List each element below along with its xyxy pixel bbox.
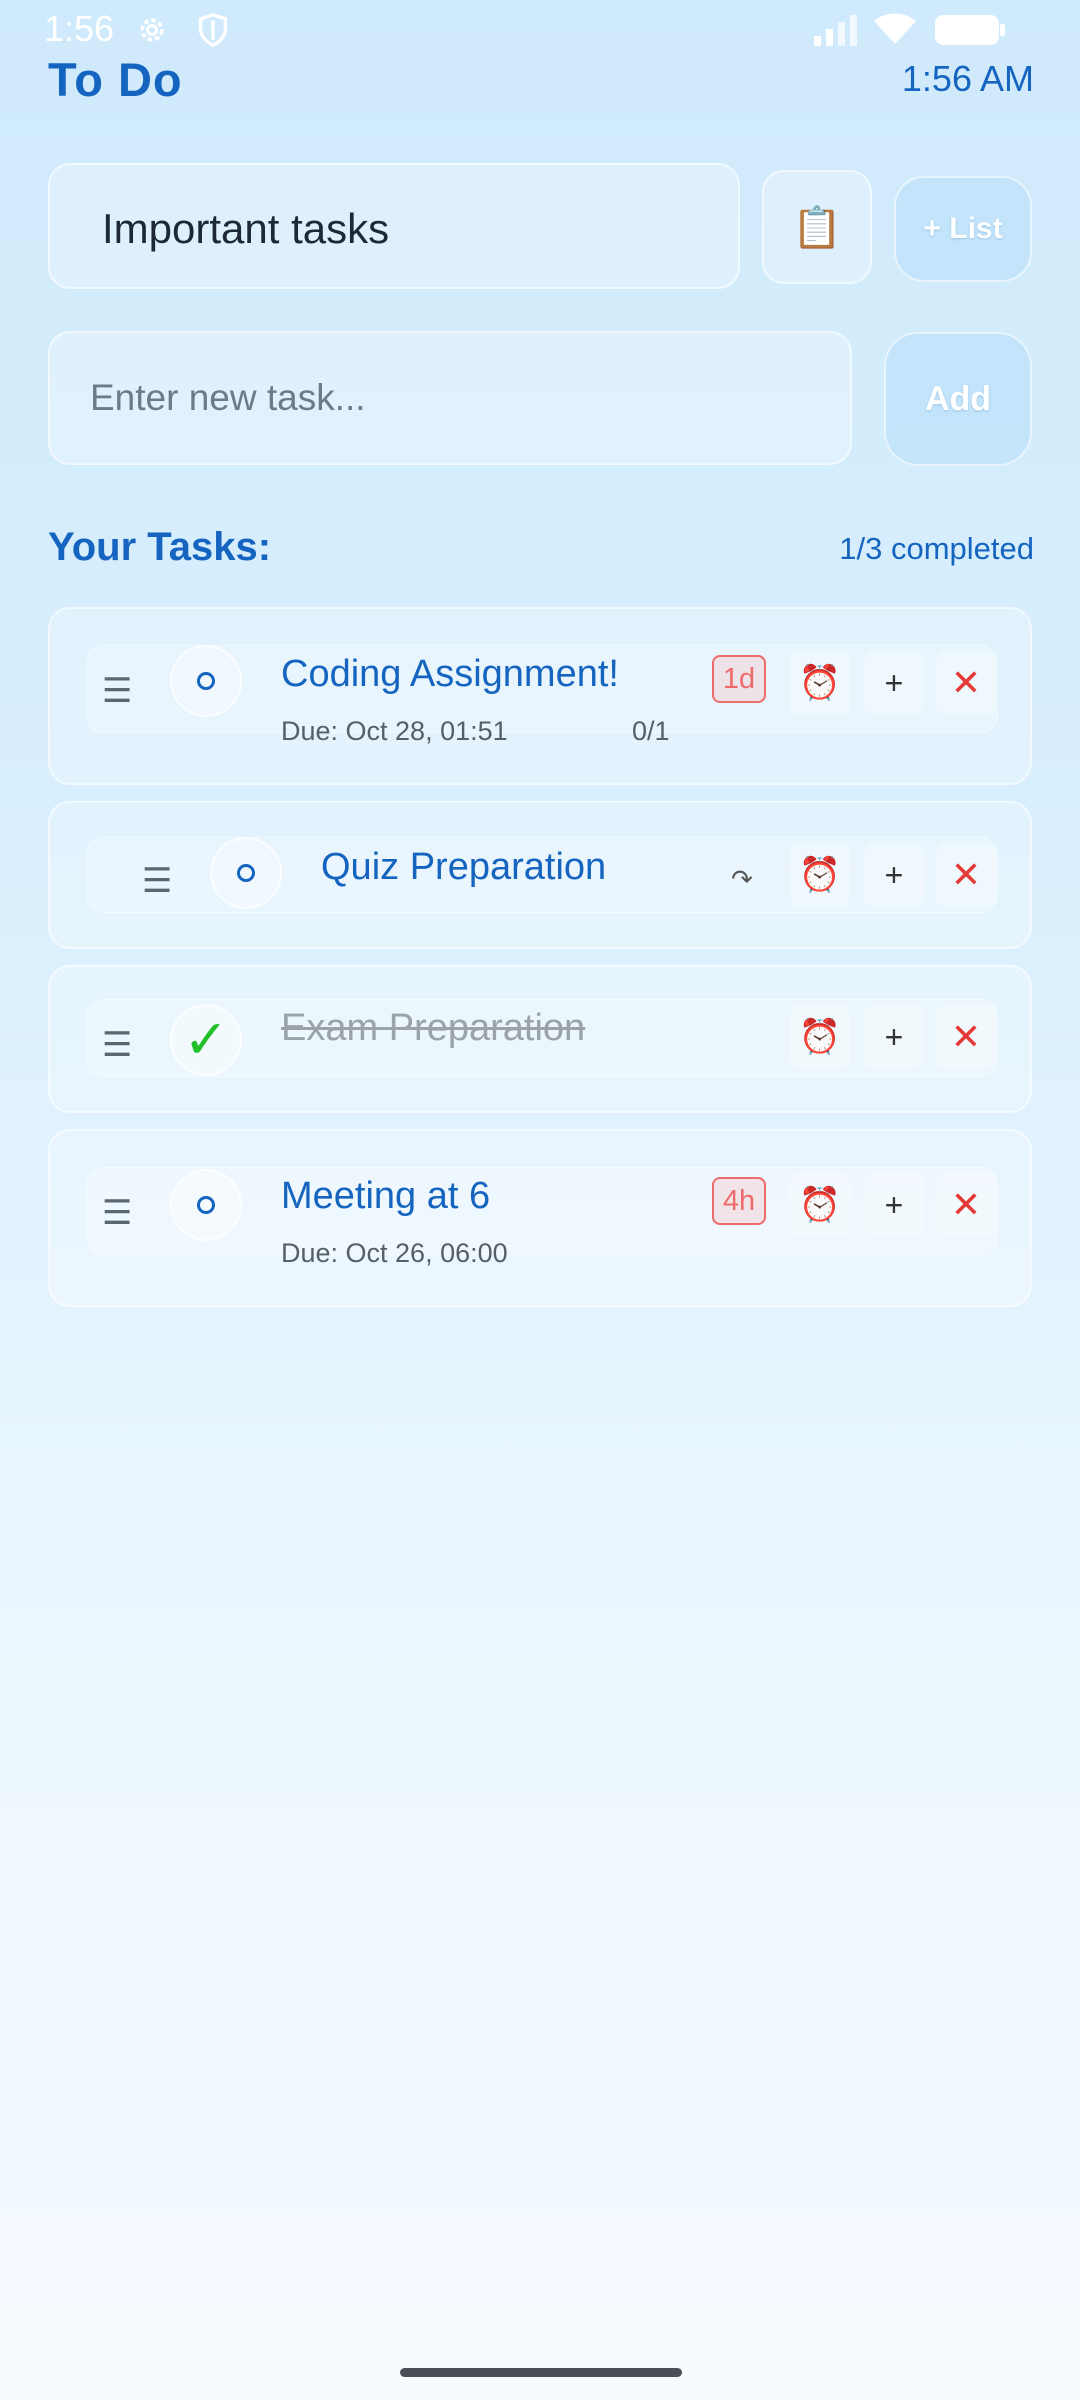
plus-icon: +	[884, 664, 904, 701]
add-subtask-button[interactable]: +	[864, 1005, 924, 1069]
drag-handle-icon[interactable]: ☰	[102, 1025, 132, 1065]
completion-progress: 1/3 completed	[839, 531, 1034, 566]
task-card: ☰ Quiz Preparation ↷ ⏰ + ✕	[48, 801, 1032, 949]
delete-task-button[interactable]: ✕	[936, 1005, 996, 1069]
wifi-icon	[872, 12, 918, 51]
new-task-field[interactable]	[48, 331, 852, 465]
clipboard-button[interactable]: 📋	[762, 170, 872, 284]
task-card: ☰ ✓ Exam Preparation ⏰ + ✕	[48, 965, 1032, 1113]
reminder-button[interactable]: ⏰	[790, 843, 850, 907]
status-bar: 1:56	[0, 0, 1080, 60]
task-title[interactable]: Coding Assignment!	[281, 653, 619, 696]
delete-task-button[interactable]: ✕	[936, 1173, 996, 1237]
header-clock: 1:56 AM	[901, 58, 1034, 99]
add-subtask-button[interactable]: +	[864, 1173, 924, 1237]
drag-handle-icon[interactable]: ☰	[102, 1193, 132, 1233]
delete-task-button[interactable]: ✕	[936, 843, 996, 907]
list-selector[interactable]: Important tasks	[48, 163, 740, 289]
alarm-clock-icon: ⏰	[798, 664, 842, 702]
app-title: To Do	[48, 53, 183, 106]
clipboard-icon: 📋	[792, 205, 842, 250]
add-task-button[interactable]: Add	[884, 332, 1032, 466]
incomplete-circle-icon	[237, 864, 255, 882]
add-subtask-button[interactable]: +	[864, 843, 924, 907]
close-icon: ✕	[950, 854, 982, 895]
reminder-button[interactable]: ⏰	[790, 1005, 850, 1069]
battery-icon	[934, 14, 1006, 51]
plus-icon: +	[884, 1186, 904, 1223]
drag-handle-icon[interactable]: ☰	[142, 861, 172, 901]
task-due-date: Due: Oct 28, 01:51	[281, 716, 508, 746]
close-icon: ✕	[950, 1184, 982, 1225]
list-selector-value: Important tasks	[102, 205, 390, 252]
add-subtask-button[interactable]: +	[864, 651, 924, 715]
time-left-badge: 1d	[712, 655, 766, 703]
status-time: 1:56	[44, 8, 115, 49]
close-icon: ✕	[950, 662, 982, 703]
task-toggle[interactable]: ✓	[170, 1004, 242, 1076]
plus-icon: +	[884, 856, 904, 893]
home-indicator[interactable]	[400, 2368, 682, 2377]
alarm-clock-icon: ⏰	[798, 856, 842, 894]
delete-task-button[interactable]: ✕	[936, 651, 996, 715]
plus-icon: +	[884, 1018, 904, 1055]
drag-handle-icon[interactable]: ☰	[102, 671, 132, 711]
alarm-clock-icon: ⏰	[798, 1018, 842, 1056]
task-toggle[interactable]	[210, 837, 282, 909]
shield-icon	[196, 12, 230, 53]
repeat-icon: ↷	[731, 863, 753, 894]
task-card: ☰ Meeting at 6 Due: Oct 26, 06:00 4h ⏰ +…	[48, 1129, 1032, 1307]
incomplete-circle-icon	[197, 672, 215, 690]
task-title[interactable]: Exam Preparation	[281, 1007, 585, 1050]
task-toggle[interactable]	[170, 645, 242, 717]
reminder-button[interactable]: ⏰	[790, 1173, 850, 1237]
task-title[interactable]: Meeting at 6	[281, 1175, 490, 1218]
reminder-button[interactable]: ⏰	[790, 651, 850, 715]
signal-icon	[812, 14, 860, 51]
task-card: ☰ Coding Assignment! Due: Oct 28, 01:51 …	[48, 607, 1032, 785]
new-task-input[interactable]	[50, 333, 850, 463]
incomplete-circle-icon	[197, 1196, 215, 1214]
checkmark-icon: ✓	[183, 1010, 229, 1070]
tasks-heading: Your Tasks:	[48, 525, 272, 569]
task-due-date: Due: Oct 26, 06:00	[281, 1238, 508, 1268]
time-left-badge: 4h	[712, 1177, 766, 1225]
subtask-count: 0/1	[632, 716, 670, 746]
task-title[interactable]: Quiz Preparation	[321, 846, 606, 889]
gear-icon	[134, 12, 170, 53]
close-icon: ✕	[950, 1016, 982, 1057]
alarm-clock-icon: ⏰	[798, 1186, 842, 1224]
new-list-button[interactable]: + List	[894, 176, 1032, 282]
task-toggle[interactable]	[170, 1169, 242, 1241]
